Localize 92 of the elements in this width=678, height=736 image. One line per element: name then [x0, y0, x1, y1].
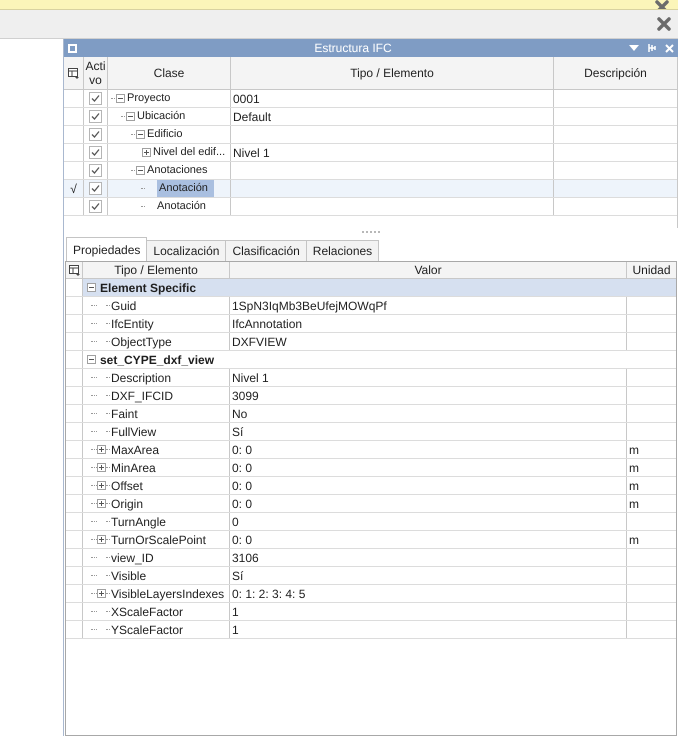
property-group[interactable]: set_CYPE_dxf_view: [100, 350, 214, 368]
tab[interactable]: Propiedades: [66, 237, 148, 261]
tab[interactable]: Clasificación: [225, 240, 307, 261]
checkbox[interactable]: [89, 128, 102, 141]
close-icon[interactable]: [656, 16, 672, 32]
checkbox[interactable]: [89, 182, 102, 195]
expand-icon[interactable]: [97, 463, 106, 472]
property-name: TurnOrScalePoint: [111, 532, 206, 548]
checkbox[interactable]: [89, 200, 102, 213]
panel-title: Estructura IFC: [313, 40, 393, 57]
property-name: DXF_IFCID: [111, 388, 174, 404]
property-name: TurnAngle: [111, 514, 166, 530]
tree-node[interactable]: Anotación: [157, 180, 214, 197]
checkbox[interactable]: [89, 110, 102, 123]
window-icon: [68, 44, 77, 52]
expand-icon[interactable]: [97, 535, 106, 544]
property-name: Guid: [111, 298, 136, 314]
collapse-icon[interactable]: [116, 94, 125, 103]
table-cell-text: Nivel 1: [233, 144, 270, 162]
property-value: 0: 0: [232, 496, 252, 512]
property-value: Nivel 1: [232, 370, 269, 386]
property-name: Offset: [111, 478, 143, 494]
column-header[interactable]: Tipo / Elemento: [83, 262, 230, 278]
property-name: Visible: [111, 568, 146, 584]
tab[interactable]: Relaciones: [306, 240, 380, 261]
column-chooser-icon[interactable]: [68, 264, 80, 276]
collapse-icon[interactable]: [136, 130, 145, 139]
property-value: 0: 1: 2: 3: 4: 5: [232, 586, 306, 602]
tree-node[interactable]: Anotaciones: [145, 162, 214, 179]
property-value: Sí: [232, 424, 244, 440]
property-value: No: [232, 406, 248, 422]
property-name: Faint: [111, 406, 138, 422]
property-unit: m: [629, 496, 639, 512]
property-value: 0: [232, 514, 239, 530]
property-name: MinArea: [111, 460, 156, 476]
tree-node[interactable]: Ubicación: [135, 108, 192, 125]
checkbox[interactable]: [89, 146, 102, 159]
dropdown-icon[interactable]: [629, 45, 639, 51]
property-name: YScaleFactor: [111, 622, 184, 638]
property-group[interactable]: Element Specific: [100, 278, 196, 296]
column-header[interactable]: Clase: [108, 57, 231, 89]
property-unit: m: [629, 478, 639, 494]
property-name: Description: [111, 370, 172, 386]
pin-icon[interactable]: [647, 43, 657, 53]
property-unit: m: [629, 460, 639, 476]
tree-node[interactable]: Edificio: [145, 126, 188, 143]
expand-icon[interactable]: [97, 589, 106, 598]
property-value: 3106: [232, 550, 259, 566]
tab[interactable]: Localización: [146, 240, 226, 261]
property-name: view_ID: [111, 550, 154, 566]
column-header[interactable]: Tipo / Elemento: [231, 57, 554, 89]
collapse-icon[interactable]: [136, 166, 145, 175]
column-header[interactable]: Descripción: [554, 57, 677, 89]
property-value: 0: 0: [232, 532, 252, 548]
property-value: 1SpN3IqMb3BeUfejMOWqPf: [232, 298, 387, 314]
property-name: VisibleLayersIndexes: [111, 586, 224, 602]
table-cell-text: 0001: [233, 90, 260, 108]
column-chooser-icon[interactable]: [68, 68, 79, 78]
property-value: 1: [232, 604, 239, 620]
expand-icon[interactable]: [97, 445, 106, 454]
property-unit: m: [629, 532, 639, 548]
column-header[interactable]: Valor: [230, 262, 627, 278]
property-value: 0: 0: [232, 460, 252, 476]
property-value: IfcAnnotation: [232, 316, 302, 332]
collapse-icon[interactable]: [87, 355, 96, 364]
property-name: XScaleFactor: [111, 604, 184, 620]
property-name: Origin: [111, 496, 144, 512]
collapse-icon[interactable]: [87, 283, 96, 292]
property-value: Sí: [232, 568, 244, 584]
table-cell-text: Default: [233, 108, 272, 126]
property-name: IfcEntity: [111, 316, 154, 332]
tree-node[interactable]: Nivel del edif...: [151, 144, 230, 161]
property-name: ObjectType: [111, 334, 172, 350]
checkbox[interactable]: [89, 92, 102, 105]
property-value: 0: 0: [232, 478, 252, 494]
expand-icon[interactable]: [97, 481, 106, 490]
expand-icon[interactable]: [97, 499, 106, 508]
collapse-icon[interactable]: [126, 112, 135, 121]
checkbox[interactable]: [89, 164, 102, 177]
property-value: 3099: [232, 388, 259, 404]
column-header[interactable]: Acti vo: [84, 57, 108, 89]
expand-icon[interactable]: [142, 148, 151, 157]
property-name: FullView: [111, 424, 156, 440]
current-row-mark: √: [70, 180, 77, 198]
property-name: MaxArea: [111, 442, 160, 458]
tree-node[interactable]: Proyecto: [125, 90, 176, 107]
column-header[interactable]: Unidad: [627, 262, 676, 278]
property-value: 0: 0: [232, 442, 252, 458]
property-value: 1: [232, 622, 239, 638]
property-value: DXFVIEW: [232, 334, 287, 350]
property-unit: m: [629, 442, 639, 458]
tree-node[interactable]: Anotación: [155, 198, 212, 215]
